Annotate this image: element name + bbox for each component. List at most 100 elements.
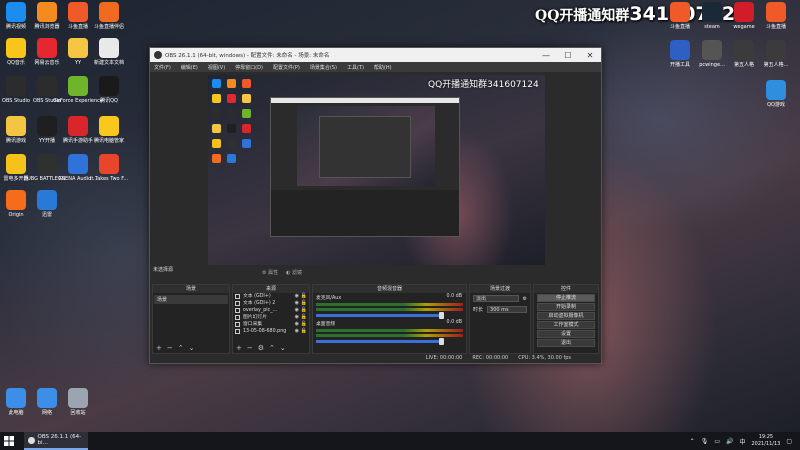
network-tray-icon[interactable]: ▭	[714, 438, 720, 445]
menu-item[interactable]: 工具(T)	[347, 64, 364, 71]
obs-preview[interactable]: QQ开播通知群341607124	[208, 75, 545, 265]
obs-menubar: 文件(F) 编辑(E) 视图(V) 停靠窗口(D) 配置文件(P) 场景集合(S) 工具(T…	[150, 62, 601, 72]
desktop-icon[interactable]: 斗鱼直播伴侣	[81, 2, 137, 30]
duration-label: 时长	[473, 307, 484, 313]
desktop-icon[interactable]: 迅雷	[19, 190, 75, 218]
control-button[interactable]: 退出	[537, 339, 595, 347]
volume-icon[interactable]: 🔊	[726, 438, 733, 445]
volume-fader[interactable]	[316, 338, 444, 345]
menu-item[interactable]: 停靠窗口(D)	[235, 64, 263, 71]
preview-desktop-icons	[212, 79, 251, 163]
nested-obs-window	[270, 97, 460, 237]
visibility-eye-icon[interactable]: ◉	[295, 307, 299, 314]
control-button[interactable]: 启动虚拟摄像机	[537, 312, 595, 320]
transition-settings-icon[interactable]: ⚙	[523, 296, 527, 302]
visibility-eye-icon[interactable]: ◉	[295, 328, 299, 335]
move-down-icon[interactable]: ⌄	[280, 343, 286, 353]
menu-item[interactable]: 场景集合(S)	[310, 64, 337, 71]
source-item[interactable]: 窗口采集 ◉ 🔓	[233, 321, 309, 328]
visibility-eye-icon[interactable]: ◉	[295, 293, 299, 300]
obs-docks: 场景 场景 + − ⌃ ⌄ 来源 文本 (GDI+) ◉ 🔓 文本 (GDI+) 2 ◉…	[150, 284, 601, 354]
obs-titlebar[interactable]: OBS 26.1.1 (64-bit, windows) - 配置文件: 未命名…	[150, 48, 601, 62]
source-item[interactable]: overlay_pic_... ◉ 🔓	[233, 307, 309, 314]
desktop-icon-label: 第五人格...	[763, 62, 789, 68]
source-label: 图片幻灯片	[243, 315, 267, 320]
obs-window[interactable]: OBS 26.1.1 (64-bit, windows) - 配置文件: 未命名…	[149, 47, 602, 364]
menu-item[interactable]: 编辑(E)	[181, 64, 198, 71]
visibility-eye-icon[interactable]: ◉	[295, 314, 299, 321]
scenes-dock: 场景 场景 + − ⌃ ⌄	[152, 284, 230, 354]
lock-icon[interactable]: 🔓	[301, 307, 307, 314]
move-up-icon[interactable]: ⌃	[269, 343, 275, 353]
lock-icon[interactable]: 🔓	[301, 293, 307, 300]
desktop-icon-label: 迅雷	[41, 212, 52, 218]
remove-scene-button[interactable]: −	[167, 343, 173, 353]
desktop-icon[interactable]: It Takes Two F...	[81, 154, 137, 182]
scene-item[interactable]: 场景	[154, 295, 228, 304]
source-label: overlay_pic_...	[243, 308, 278, 313]
visibility-eye-icon[interactable]: ◉	[295, 321, 299, 328]
lock-icon[interactable]: 🔓	[301, 321, 307, 328]
menu-item[interactable]: 配置文件(P)	[273, 64, 300, 71]
add-source-button[interactable]: +	[236, 343, 242, 353]
desktop-icon[interactable]: QQ游戏	[748, 80, 800, 108]
control-button[interactable]: 工作室模式	[537, 321, 595, 329]
microphone-icon[interactable]: 🎙	[701, 438, 709, 445]
volume-meter	[316, 334, 463, 337]
filters-button[interactable]: ◐ 滤镜	[286, 269, 302, 276]
menu-item[interactable]: 文件(F)	[154, 64, 171, 71]
volume-fader[interactable]	[316, 312, 444, 319]
close-button[interactable]: ✕	[579, 48, 601, 62]
sources-dock-toolbar: + − ⚙ ⌃ ⌄	[233, 343, 309, 353]
desktop-icon-label: QQ游戏	[767, 102, 785, 108]
properties-button[interactable]: ⚙ 属性	[262, 269, 278, 276]
duration-input[interactable]: 300 ms	[487, 306, 527, 313]
ime-icon[interactable]: 中	[739, 437, 745, 446]
tray-chevron-icon[interactable]: ⌃	[690, 438, 695, 445]
source-item[interactable]: 文本 (GDI+) ◉ 🔓	[233, 293, 309, 300]
control-button[interactable]: 设置	[537, 330, 595, 338]
desktop-icon-label: 腾讯电脑管家	[93, 138, 124, 144]
add-scene-button[interactable]: +	[156, 343, 162, 353]
maximize-button[interactable]: ☐	[557, 48, 579, 62]
qqgame-icon	[766, 80, 786, 100]
text-file-icon	[99, 38, 119, 58]
desktop-icon[interactable]: 回收站	[50, 388, 106, 416]
thunder-icon	[37, 190, 57, 210]
mixer-dock-title: 音频混音器	[313, 285, 466, 293]
notification-icon[interactable]: ▢	[786, 438, 792, 445]
desktop-icon[interactable]: 第五人格...	[748, 40, 800, 68]
desktop-icon[interactable]: 腾讯QQ	[81, 76, 137, 104]
taskbar-obs-item[interactable]: OBS 26.1.1 (64-bi...	[24, 432, 88, 450]
visibility-eye-icon[interactable]: ◉	[295, 300, 299, 307]
source-item[interactable]: 13-05-08-680.png ◉ 🔓	[233, 328, 309, 335]
desktop-icon[interactable]: 新建文本文档	[81, 38, 137, 66]
transition-select[interactable]: 淡出	[473, 295, 519, 302]
controls-dock: 控件 停止推流 开始录制 启动虚拟摄像机 工作室模式 设置 退出	[533, 284, 599, 354]
clock[interactable]: 19:25 2021/11/13	[752, 434, 781, 448]
douyu-companion-icon	[99, 2, 119, 22]
control-button[interactable]: 停止推流	[537, 294, 595, 302]
move-up-icon[interactable]: ⌃	[178, 343, 184, 353]
lock-icon[interactable]: 🔓	[301, 300, 307, 307]
lock-icon[interactable]: 🔓	[301, 328, 307, 335]
source-item[interactable]: 图片幻灯片 ◉ 🔓	[233, 314, 309, 321]
douyu-icon	[766, 2, 786, 22]
lock-icon[interactable]: 🔓	[301, 314, 307, 321]
source-item[interactable]: 文本 (GDI+) 2 ◉ 🔓	[233, 300, 309, 307]
move-down-icon[interactable]: ⌄	[189, 343, 195, 353]
minimize-button[interactable]: —	[535, 48, 557, 62]
source-settings-icon[interactable]: ⚙	[258, 343, 264, 353]
menu-item[interactable]: 视图(V)	[208, 64, 225, 71]
menu-item[interactable]: 帮助(H)	[374, 64, 392, 71]
channel-db: 0.0 dB	[446, 294, 463, 299]
desktop-icon[interactable]: 腾讯电脑管家	[81, 116, 137, 144]
transitions-dock-title: 场景过渡	[470, 285, 530, 293]
desktop-icon[interactable]: 斗鱼直播	[748, 2, 800, 30]
desktop-icon-label: 斗鱼直播伴侣	[93, 24, 124, 30]
sources-dock-title: 来源	[233, 285, 309, 293]
control-button[interactable]: 开始录制	[537, 303, 595, 311]
start-button[interactable]	[0, 432, 18, 450]
remove-source-button[interactable]: −	[247, 343, 253, 353]
clock-time: 19:25	[758, 434, 774, 440]
